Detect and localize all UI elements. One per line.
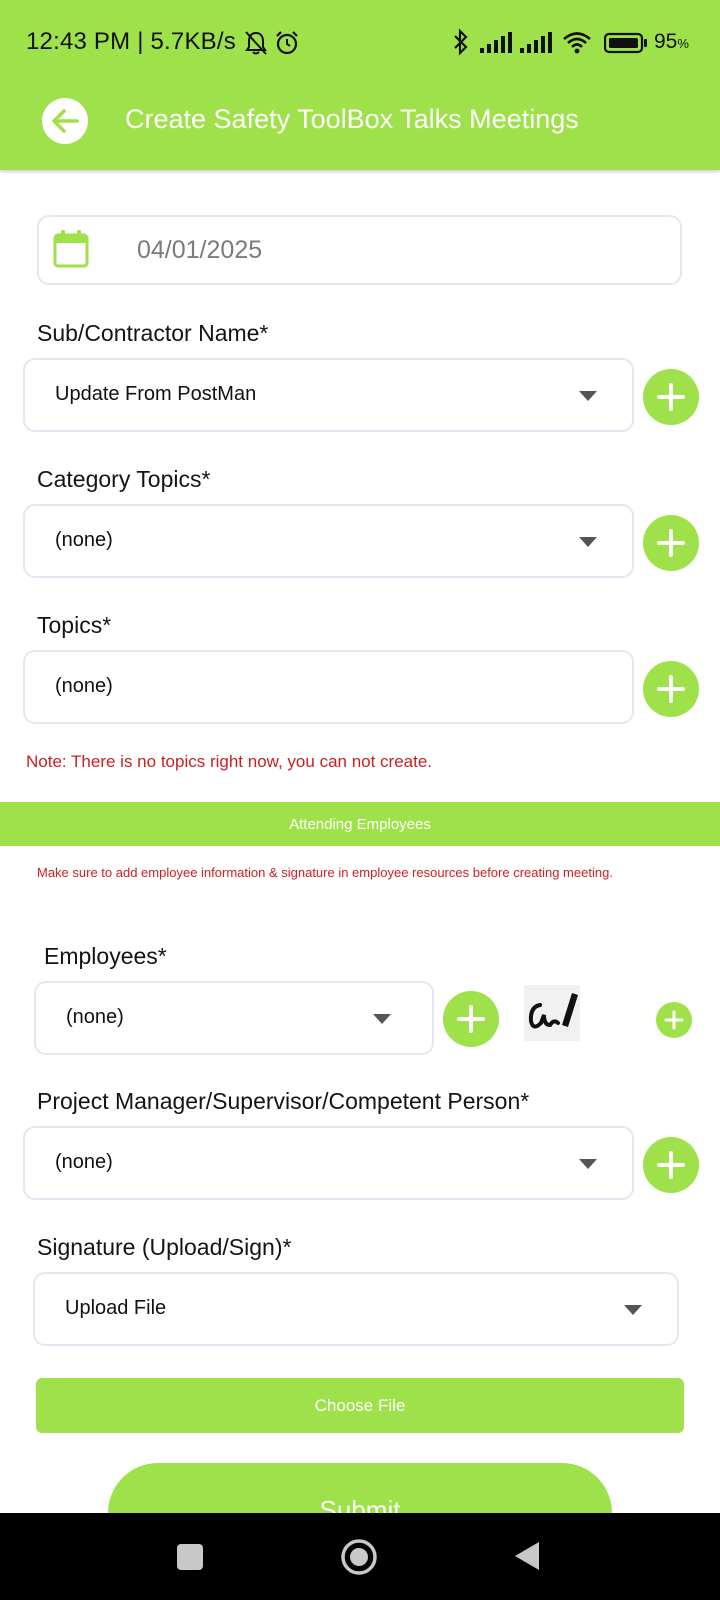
topics-label: Topics* (37, 612, 112, 638)
add-sub-contractor-button[interactable] (643, 369, 699, 425)
back-icon[interactable] (513, 1540, 541, 1572)
recent-apps-icon[interactable] (176, 1543, 204, 1571)
date-value: 04/01/2025 (137, 236, 263, 264)
add-employee-button[interactable] (443, 991, 499, 1047)
app-bar: Create Safety ToolBox Talks Meetings (0, 86, 720, 170)
category-topics-value: (none) (55, 529, 113, 551)
chevron-down-icon (373, 1014, 391, 1024)
status-icons: 95% (0, 26, 720, 60)
signature-method-value: Upload File (65, 1297, 167, 1319)
chevron-down-icon (624, 1305, 642, 1315)
calendar-icon (53, 230, 89, 268)
topics-select[interactable]: (none) (23, 650, 634, 724)
chevron-down-icon (579, 1159, 597, 1169)
employees-select[interactable]: (none) (34, 981, 434, 1055)
signature-label: Signature (Upload/Sign)* (37, 1234, 292, 1260)
battery-icon (604, 32, 647, 54)
battery-level: 95% (654, 30, 689, 53)
signature-method-select[interactable]: Upload File (33, 1272, 679, 1346)
project-manager-select[interactable]: (none) (23, 1126, 634, 1200)
attending-employees-header: Attending Employees (0, 802, 720, 846)
status-bar: 12:43 PM | 5.7KB/s 95% (0, 0, 720, 86)
plus-icon (664, 1010, 684, 1030)
topics-value: (none) (55, 675, 113, 697)
add-topic-button[interactable] (643, 661, 699, 717)
category-topics-label: Category Topics* (37, 466, 211, 492)
bluetooth-icon (454, 28, 468, 56)
wifi-icon (563, 32, 591, 54)
date-field[interactable]: 04/01/2025 (37, 215, 682, 285)
add-project-manager-button[interactable] (643, 1137, 699, 1193)
home-icon[interactable] (340, 1538, 378, 1576)
signature-thumbnail[interactable] (524, 985, 580, 1041)
plus-icon (457, 1005, 485, 1033)
sub-contractor-value: Update From PostMan (55, 383, 257, 405)
add-category-topic-button[interactable] (643, 515, 699, 571)
plus-icon (657, 383, 685, 411)
chevron-down-icon (579, 391, 597, 401)
sub-contractor-select[interactable]: Update From PostMan (23, 358, 634, 432)
choose-file-button[interactable]: Choose File (36, 1378, 684, 1433)
notifications-off-icon (245, 31, 267, 55)
page-title: Create Safety ToolBox Talks Meetings (125, 104, 579, 134)
employees-note: Make sure to add employee information & … (37, 865, 613, 880)
plus-icon (657, 675, 685, 703)
category-topics-select[interactable]: (none) (23, 504, 634, 578)
plus-icon (657, 1151, 685, 1179)
plus-icon (657, 529, 685, 557)
project-manager-value: (none) (55, 1151, 113, 1173)
sub-contractor-label: Sub/Contractor Name* (37, 320, 269, 346)
signature-pen-icon (528, 993, 578, 1029)
alarm-icon (276, 31, 298, 55)
signal-icon (520, 32, 552, 53)
back-button[interactable] (42, 98, 88, 144)
system-navigation-bar (0, 1513, 720, 1600)
employees-value: (none) (66, 1006, 124, 1028)
add-signature-button[interactable] (656, 1002, 692, 1038)
back-arrow-icon (52, 109, 79, 133)
signal-icon (480, 32, 512, 53)
employees-label: Employees* (44, 943, 167, 969)
topics-note: Note: There is no topics right now, you … (26, 752, 433, 771)
project-manager-label: Project Manager/Supervisor/Competent Per… (37, 1088, 530, 1114)
chevron-down-icon (579, 537, 597, 547)
